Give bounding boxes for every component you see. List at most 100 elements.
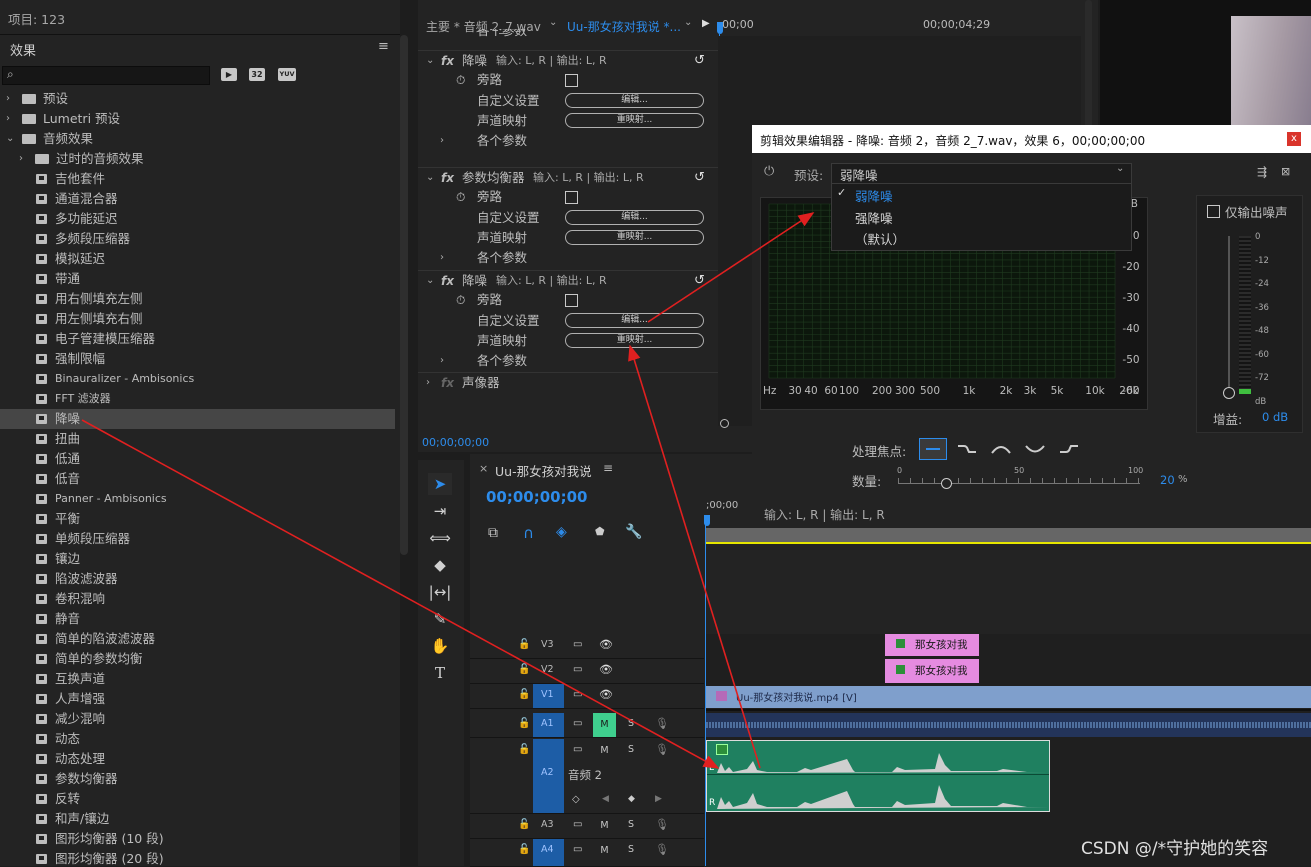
- accelerated-effects-icon[interactable]: ▶: [221, 68, 237, 81]
- effects-scrollbar[interactable]: [400, 35, 408, 555]
- insert-sequence-icon[interactable]: ⧉: [488, 525, 498, 541]
- tree-effect-item[interactable]: 降噪: [0, 409, 395, 429]
- chevron-down-icon[interactable]: ⌄: [426, 271, 434, 291]
- reset-icon[interactable]: ↺: [694, 168, 705, 188]
- tree-effect-item[interactable]: 参数均衡器: [0, 769, 395, 789]
- chevron-right-icon[interactable]: ›: [6, 109, 10, 129]
- edit-button[interactable]: 编辑...: [565, 313, 704, 328]
- remap-button[interactable]: 重映射...: [565, 230, 704, 245]
- tree-effect-item[interactable]: 电子管建模压缩器: [0, 329, 395, 349]
- solo-button[interactable]: S: [628, 819, 634, 830]
- chevron-down-icon[interactable]: ⌄: [684, 17, 692, 28]
- tree-effect-item[interactable]: 用右侧填充左侧: [0, 289, 395, 309]
- delete-preset-icon[interactable]: ⊠: [1281, 165, 1290, 178]
- focus-notch-button[interactable]: [1022, 439, 1048, 459]
- toggle-sync-lock-icon[interactable]: ▭: [573, 639, 582, 650]
- tree-folder[interactable]: › 过时的音频效果: [0, 149, 395, 169]
- search-box[interactable]: ⌕: [2, 66, 210, 85]
- lock-icon[interactable]: 🔓: [518, 744, 530, 755]
- chevron-down-icon[interactable]: ⌄: [426, 51, 434, 71]
- clip-a2[interactable]: L R: [706, 740, 1050, 812]
- fx-badge-icon[interactable]: fx: [441, 271, 454, 291]
- tree-effect-item[interactable]: 镶边: [0, 549, 395, 569]
- remap-button[interactable]: 重映射...: [565, 113, 704, 128]
- selection-tool-icon[interactable]: ➤: [428, 473, 452, 495]
- sync-icon[interactable]: ▭: [573, 718, 582, 729]
- lock-icon[interactable]: 🔓: [518, 819, 530, 830]
- params-row[interactable]: › 各个参数: [418, 131, 718, 151]
- lock-icon[interactable]: 🔓: [518, 718, 530, 729]
- mute-button[interactable]: M: [593, 844, 616, 858]
- focus-low-button[interactable]: [954, 439, 980, 459]
- mic-icon[interactable]: 🎙: [655, 843, 669, 856]
- focus-high-button[interactable]: [1056, 439, 1082, 459]
- bypass-checkbox[interactable]: [565, 191, 578, 204]
- tree-effect-item[interactable]: 简单的参数均衡: [0, 649, 395, 669]
- edit-button[interactable]: 编辑...: [565, 210, 704, 225]
- tree-effect-item[interactable]: 多频段压缩器: [0, 229, 395, 249]
- 32bit-effects-icon[interactable]: 32: [249, 68, 265, 81]
- toggle-sync-lock-icon[interactable]: ▭: [573, 664, 582, 675]
- tree-effect-item[interactable]: Binauralizer - Ambisonics: [0, 369, 395, 389]
- tree-effect-item[interactable]: 陷波滤波器: [0, 569, 395, 589]
- add-keyframe-icon[interactable]: ◆: [628, 794, 635, 804]
- tree-effect-item[interactable]: 互换声道: [0, 669, 395, 689]
- eye-icon[interactable]: 👁: [599, 638, 613, 651]
- tree-effect-item[interactable]: 平衡: [0, 509, 395, 529]
- chevron-right-icon[interactable]: ›: [6, 89, 10, 109]
- razor-tool-icon[interactable]: ◆: [428, 554, 452, 576]
- tree-effect-item[interactable]: 图形均衡器 (20 段): [0, 849, 395, 866]
- panner-row[interactable]: › fx 声像器: [418, 372, 718, 393]
- tree-effect-item[interactable]: 反转: [0, 789, 395, 809]
- preset-option-weak[interactable]: 弱降噪: [855, 186, 893, 205]
- solo-button[interactable]: S: [628, 744, 634, 755]
- preset-option-strong[interactable]: 强降噪: [855, 208, 893, 227]
- toggle-sync-lock-icon[interactable]: ▭: [573, 689, 582, 700]
- next-keyframe-icon[interactable]: ▶: [655, 794, 662, 804]
- tree-effect-item[interactable]: 人声增强: [0, 689, 395, 709]
- chevron-right-icon[interactable]: ›: [19, 149, 23, 169]
- remap-button[interactable]: 重映射...: [565, 333, 704, 348]
- lock-icon[interactable]: 🔓: [518, 664, 530, 675]
- tree-effect-item[interactable]: 模拟延迟: [0, 249, 395, 269]
- keyframe-nav-icon[interactable]: ◇: [572, 794, 580, 805]
- clip-v2[interactable]: 那女孩对我: [885, 659, 979, 683]
- chevron-down-icon[interactable]: ⌄: [6, 129, 14, 149]
- tree-folder[interactable]: › Lumetri 预设: [0, 109, 395, 129]
- reset-icon[interactable]: ↺: [694, 51, 705, 71]
- chevron-down-icon[interactable]: ⌄: [549, 17, 557, 28]
- slip-tool-icon[interactable]: |↔|: [428, 581, 452, 603]
- sync-icon[interactable]: ▭: [573, 819, 582, 830]
- type-tool-icon[interactable]: T: [428, 662, 452, 684]
- mic-icon[interactable]: 🎙: [655, 743, 669, 756]
- tree-effect-item[interactable]: Panner - Ambisonics: [0, 489, 395, 509]
- mute-button[interactable]: M: [593, 819, 616, 833]
- tree-effect-item[interactable]: 静音: [0, 609, 395, 629]
- timeline-timecode[interactable]: 00;00;00;00: [486, 488, 588, 506]
- stopwatch-icon[interactable]: ⏱: [456, 187, 465, 207]
- effect-header[interactable]: ⌄ fx 参数均衡器 输入: L, R | 输出: L, R ↺: [418, 167, 718, 188]
- solo-button[interactable]: S: [628, 844, 634, 855]
- params-row[interactable]: › 各个参数: [418, 248, 718, 268]
- tree-effect-item[interactable]: 单频段压缩器: [0, 529, 395, 549]
- power-icon[interactable]: ⏻: [764, 164, 774, 179]
- pen-tool-icon[interactable]: ✎: [428, 608, 452, 630]
- ec-timecode[interactable]: 00;00;00;00: [422, 436, 489, 449]
- clip-v1[interactable]: Uu-那女孩对我说.mp4 [V]: [706, 686, 1311, 708]
- track-select-tool-icon[interactable]: ⇥: [428, 500, 452, 522]
- output-noise-only-checkbox[interactable]: [1207, 205, 1220, 218]
- wrench-icon[interactable]: 🔧: [625, 524, 642, 540]
- yuv-effects-icon[interactable]: YUV: [278, 68, 296, 81]
- prev-keyframe-icon[interactable]: ◀: [602, 794, 609, 804]
- tree-effect-item[interactable]: 强制限幅: [0, 349, 395, 369]
- tree-effect-item[interactable]: 动态处理: [0, 749, 395, 769]
- solo-button[interactable]: S: [628, 718, 634, 729]
- lock-icon[interactable]: 🔓: [518, 844, 530, 855]
- eye-icon[interactable]: 👁: [599, 663, 613, 676]
- dialog-close-button[interactable]: x: [1287, 132, 1301, 146]
- play-icon[interactable]: ▶: [702, 18, 710, 29]
- tree-effect-item[interactable]: 图形均衡器 (10 段): [0, 829, 395, 849]
- tree-effect-item[interactable]: 多功能延迟: [0, 209, 395, 229]
- linked-selection-icon[interactable]: ◈: [556, 524, 567, 540]
- tree-effect-item[interactable]: 扭曲: [0, 429, 395, 449]
